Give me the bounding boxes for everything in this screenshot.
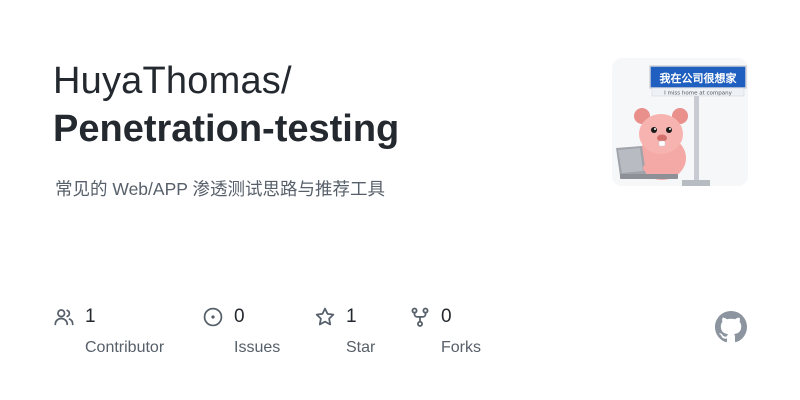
star-icon [314,306,336,328]
stat-stars[interactable]: 1 Star [314,304,375,364]
repo-name[interactable]: Penetration-testing [53,106,399,152]
stars-count: 1 [346,306,357,327]
contributors-label: Contributor [85,339,165,356]
owner-avatar[interactable]: 我在公司很想家 I miss home at company [612,58,748,186]
issues-count: 0 [234,306,245,327]
contributors-count: 1 [85,306,96,327]
repo-description: 常见的 Web/APP 渗透测试思路与推荐工具 [55,179,385,199]
issue-opened-icon [202,306,224,328]
stat-issues[interactable]: 0 Issues [202,304,280,364]
people-icon [53,306,75,328]
forks-count: 0 [441,306,452,327]
avatar-illustration: 我在公司很想家 I miss home at company [612,58,748,186]
repo-forked-icon [409,306,431,328]
repo-owner[interactable]: HuyaThomas/ [53,58,292,104]
stars-label: Star [346,339,376,356]
avatar-sign-subtext: I miss home at company [664,91,732,97]
avatar-sign-text: 我在公司很想家 [660,71,738,85]
github-mark-icon[interactable] [715,311,747,343]
forks-label: Forks [441,339,481,356]
repo-social-card: HuyaThomas/ Penetration-testing 常见的 Web/… [0,0,800,400]
stat-forks[interactable]: 0 Forks [409,304,481,364]
stat-contributors[interactable]: 1 Contributor [53,304,164,364]
issues-label: Issues [234,339,281,356]
